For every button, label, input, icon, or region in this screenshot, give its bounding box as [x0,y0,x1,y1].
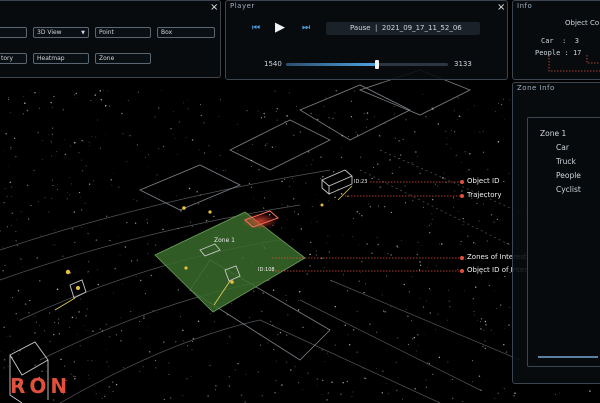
object-id-tag: ID:23 [354,179,368,185]
skip-forward-icon[interactable]: ⏭ [302,23,310,33]
chevron-down-icon: ▼ [81,30,85,36]
annotation-trajectory: Trajectory [467,191,502,199]
playback-state: Pause [350,24,371,32]
seek-bar-fill [286,63,377,66]
info-title: Info [517,2,533,10]
player-title: Player [230,2,255,10]
close-icon[interactable]: × [210,2,218,13]
object-count-header: Object Co [565,19,600,27]
car-count-value: 3 [574,37,579,45]
box-toggle[interactable]: Box [157,27,215,38]
trajectory-toggle[interactable]: tory [0,53,27,64]
heatmap-toggle[interactable]: Heatmap [33,53,89,64]
zone-toggle[interactable]: Zone [95,53,151,64]
zone-scroll-indicator[interactable] [538,356,598,358]
car-count-label: Car : 3 [541,37,579,45]
info-panel: Info Object Co Car : 3 People : 17 [512,0,600,80]
zone-item-car: Car [556,143,569,152]
zone-item-cyclist: Cyclist [556,185,581,194]
player-panel: Player × ⏮ ▶ ⏭ Pause | 2021_09_17_11_52_… [225,0,508,80]
seek-bar[interactable] [286,60,448,69]
view-options-panel: × 3D View ▼ Point Box tory Heatmap Zone [0,0,221,78]
zone-info-title: Zone Info [517,84,555,92]
close-icon[interactable]: × [497,2,505,13]
playback-status: Pause | 2021_09_17_11_52_06 [326,22,480,35]
annotation-object-id: Object ID [467,177,500,185]
frame-start: 1540 [264,60,282,68]
play-icon[interactable]: ▶ [275,20,285,35]
recording-name: 2021_09_17_11_52_06 [381,24,462,32]
count-connector [548,55,600,72]
zone-name: Zone 1 [540,129,567,138]
unlabeled-field[interactable] [0,27,27,38]
seek-handle[interactable] [374,60,379,69]
object-id-tag: ID:108 [258,267,275,273]
zone-info-panel: Zone Info Zone 1 Car Truck People Cyclis… [512,82,600,384]
zone-label: Zone 1 [214,237,235,244]
point-toggle[interactable]: Point [95,27,151,38]
zone-info-list: Zone 1 Car Truck People Cyclist [527,117,600,367]
zone-item-people: People [556,171,581,180]
frame-end: 3133 [454,60,472,68]
zone-item-truck: Truck [556,157,576,166]
skip-back-icon[interactable]: ⏮ [252,23,260,33]
view-mode-select[interactable]: 3D View ▼ [33,27,89,38]
brand-logo: RON [10,374,72,398]
